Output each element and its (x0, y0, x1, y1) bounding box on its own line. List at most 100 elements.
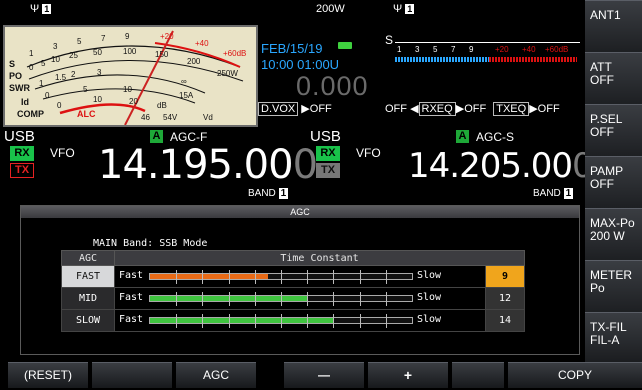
f1-reset-button[interactable]: (RESET) (8, 362, 88, 388)
meter-swr-tick: 2 (71, 70, 76, 79)
side-key-ant[interactable]: ANT1 (585, 0, 642, 56)
main-rx-badge: RX (10, 146, 34, 161)
antenna-icon: Ψ (30, 3, 40, 15)
meter-vd-tick: 54V (163, 113, 178, 122)
agc-row-fast[interactable]: FAST Fast Slow 9 (61, 265, 525, 288)
slider-tick (281, 314, 282, 328)
meter-vd-tick: 46 (141, 113, 150, 122)
slider-tick (359, 314, 361, 328)
slider-tick (281, 270, 282, 284)
meter-s-tick: +40 (195, 39, 209, 48)
side-key-att[interactable]: ATT OFF (585, 52, 642, 108)
slider-track (149, 314, 413, 328)
signal-bar-icon (338, 42, 352, 49)
meter-s-tick: 5 (77, 37, 82, 46)
main-band-text: BAND (248, 188, 276, 199)
meter-s-tick: 9 (125, 32, 130, 41)
agc-column-header: AGC (61, 250, 115, 266)
sub-s-tick: 5 (433, 45, 438, 54)
side-key-label: ANT1 (590, 8, 621, 22)
side-key-pamp[interactable]: PAMP OFF (585, 156, 642, 212)
meter-po-tick: 200 (187, 57, 201, 66)
meter-po-tick: 25 (69, 51, 78, 60)
split-readout: 0.000 (296, 71, 369, 101)
slider-tick (176, 314, 178, 328)
time-constant-slider[interactable]: Fast Slow (114, 309, 486, 332)
meter-comp-tick: 0 (57, 101, 62, 110)
meter-po-tick: 10 (51, 55, 60, 64)
arrow-right-icon: ▶ (455, 103, 465, 115)
slider-tick (307, 292, 309, 306)
sub-agc-label: AGC-S (476, 130, 515, 144)
main-frequency-dim-digit: 0 (292, 142, 318, 188)
meter-vd-tick: Vd (203, 113, 213, 122)
sub-s-tick: +40 (522, 45, 536, 54)
slow-label: Slow (417, 270, 442, 281)
agc-row-name: MID (61, 287, 115, 310)
slider-fill (150, 318, 334, 323)
dvox-state: OFF (309, 103, 332, 115)
meter-comp-tick: dB (157, 101, 167, 110)
meter-label-comp: COMP (17, 109, 44, 119)
sub-antenna-number: 1 (405, 4, 415, 14)
f4-minus-button[interactable]: — (284, 362, 364, 388)
slider-tick (202, 292, 204, 306)
rxeq-state: OFF (464, 103, 487, 115)
slider-tick (281, 292, 282, 306)
time-constant-slider[interactable]: Fast Slow (114, 287, 486, 310)
sub-frequency: 14.205.000 (408, 146, 594, 186)
meter-label-swr: SWR (9, 83, 30, 93)
main-frequency-digits: 14.195.00 (98, 142, 294, 188)
f6-button[interactable] (452, 362, 504, 388)
sub-s-meter-bar (395, 57, 489, 62)
meter-s-tick: 1 (29, 49, 34, 58)
meter-label-alc: ALC (77, 109, 96, 119)
slider-tick (254, 292, 256, 306)
arrow-left-icon: ◀ (410, 103, 419, 115)
meter-swr-tick: 3 (97, 68, 102, 77)
slow-label: Slow (417, 314, 442, 325)
sub-s-meter-bar-red (489, 57, 577, 62)
side-key-meter[interactable]: METER Po (585, 260, 642, 316)
side-key-psel[interactable]: P.SEL OFF (585, 104, 642, 160)
f5-plus-button[interactable]: + (368, 362, 448, 388)
time-display: 10:00 01:00U (261, 57, 340, 72)
f7-copy-button[interactable]: COPY (508, 362, 642, 388)
meter-id-tick: 0 (45, 91, 50, 100)
sub-band-number: 1 (563, 188, 574, 199)
sub-antenna-indicator: Ψ 1 (393, 3, 415, 15)
meter-label-s: S (9, 59, 16, 69)
main-band-number: 1 (278, 188, 289, 199)
side-key-max-po[interactable]: MAX-Po 200 W (585, 208, 642, 264)
main-frequency: 14.195.000 (98, 142, 318, 188)
dvox-indicator: D.VOX ▶OFF (258, 102, 332, 116)
sub-s-tick: +60dB (545, 45, 569, 54)
side-key-tx-fil[interactable]: TX-FIL FIL-A (585, 312, 642, 362)
slider-tick (333, 314, 335, 328)
sub-agc-flag: A (456, 130, 469, 143)
meter-po-tick: 5 (41, 59, 46, 68)
main-vfo-label: VFO (50, 146, 75, 160)
slider-tick (254, 270, 256, 284)
slider-track (149, 292, 413, 306)
slider-tick (359, 292, 361, 306)
side-key-state: Po (590, 281, 605, 295)
f3-agc-button[interactable]: AGC (176, 362, 256, 388)
slider-tick (385, 292, 387, 306)
sub-mode: USB (310, 128, 341, 145)
meter-po-tick: 100 (123, 47, 137, 56)
slider-tick (228, 314, 230, 328)
meter-id-tick: 5 (83, 85, 88, 94)
sub-s-scale-line (395, 42, 580, 43)
agc-row-mid[interactable]: MID Fast Slow 12 (61, 287, 525, 310)
meter-s-tick: +60dB (223, 49, 247, 58)
fast-label: Fast (119, 292, 144, 303)
fast-label: Fast (119, 314, 144, 325)
main-antenna-indicator: Ψ 1 (30, 3, 52, 15)
sub-vfo-label: VFO (356, 146, 381, 160)
f2-button[interactable] (92, 362, 172, 388)
date-display: FEB/15/19 (261, 41, 323, 56)
agc-row-value: 9 (485, 265, 525, 288)
agc-row-slow[interactable]: SLOW Fast Slow 14 (61, 309, 525, 332)
time-constant-slider[interactable]: Fast Slow (114, 265, 486, 288)
